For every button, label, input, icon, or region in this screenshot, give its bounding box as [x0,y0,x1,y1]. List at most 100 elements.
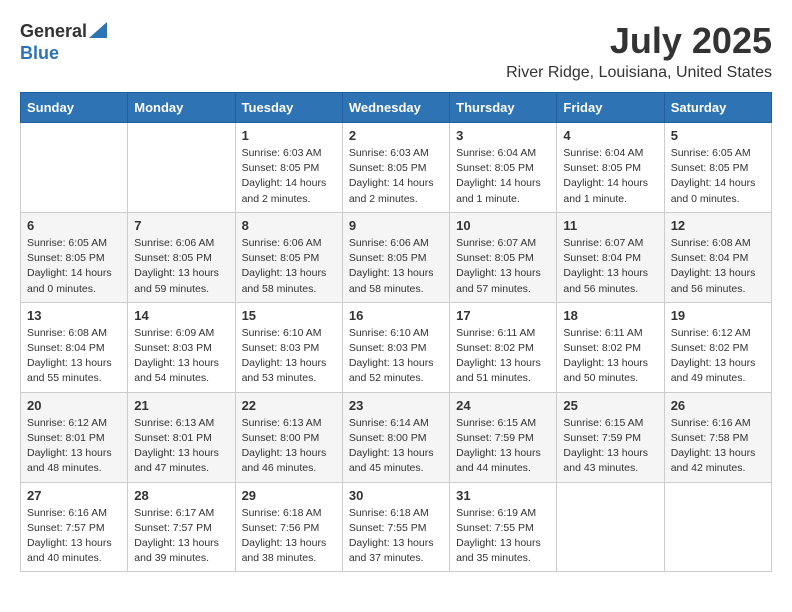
week-row: 6 Sunrise: 6:05 AM Sunset: 8:05 PM Daylig… [21,212,772,302]
calendar-cell: 11 Sunrise: 6:07 AM Sunset: 8:04 PM Dayli… [557,212,664,302]
day-number: 14 [134,308,228,323]
logo-arrow-icon [89,22,107,43]
day-number: 28 [134,488,228,503]
day-number: 16 [349,308,443,323]
day-info: Sunrise: 6:08 AM Sunset: 8:04 PM Dayligh… [671,236,765,297]
day-number: 3 [456,128,550,143]
calendar-cell: 5 Sunrise: 6:05 AM Sunset: 8:05 PM Daylig… [664,123,771,213]
day-number: 9 [349,218,443,233]
day-info: Sunrise: 6:05 AM Sunset: 8:05 PM Dayligh… [27,236,121,297]
calendar-cell: 8Sunrise: 6:06 AM Sunset: 8:05 PM Daylig… [235,212,342,302]
week-row: 27 Sunrise: 6:16 AM Sunset: 7:57 PM Dayli… [21,482,772,572]
day-number: 10 [456,218,550,233]
day-number: 26 [671,398,765,413]
calendar-cell: 13 Sunrise: 6:08 AM Sunset: 8:04 PM Dayli… [21,302,128,392]
day-info: Sunrise: 6:09 AM Sunset: 8:03 PM Dayligh… [134,326,228,387]
day-info: Sunrise: 6:06 AM Sunset: 8:05 PM Dayligh… [349,236,443,297]
calendar-cell: 10 Sunrise: 6:07 AM Sunset: 8:05 PM Dayli… [450,212,557,302]
day-of-week-sunday: Sunday [21,93,128,123]
day-number: 1 [242,128,336,143]
day-of-week-saturday: Saturday [664,93,771,123]
calendar-cell: 23Sunrise: 6:14 AM Sunset: 8:00 PM Dayli… [342,392,449,482]
day-info: Sunrise: 6:16 AM Sunset: 7:58 PM Dayligh… [671,416,765,477]
day-info: Sunrise: 6:11 AM Sunset: 8:02 PM Dayligh… [563,326,657,387]
day-number: 11 [563,218,657,233]
day-number: 19 [671,308,765,323]
day-info: Sunrise: 6:12 AM Sunset: 8:02 PM Dayligh… [671,326,765,387]
day-number: 30 [349,488,443,503]
day-number: 31 [456,488,550,503]
calendar-cell: 26 Sunrise: 6:16 AM Sunset: 7:58 PM Dayli… [664,392,771,482]
calendar-cell [664,482,771,572]
calendar-cell: 27 Sunrise: 6:16 AM Sunset: 7:57 PM Dayli… [21,482,128,572]
calendar-cell [128,123,235,213]
calendar-cell: 16 Sunrise: 6:10 AM Sunset: 8:03 PM Dayli… [342,302,449,392]
day-info: Sunrise: 6:04 AM Sunset: 8:05 PM Dayligh… [563,146,657,207]
days-of-week-row: SundayMondayTuesdayWednesdayThursdayFrid… [21,93,772,123]
logo-general-text: General [20,21,87,42]
logo-blue-text: Blue [20,43,59,63]
calendar-cell: 22 Sunrise: 6:13 AM Sunset: 8:00 PM Dayli… [235,392,342,482]
day-info: Sunrise: 6:13 AM Sunset: 8:01 PM Dayligh… [134,416,228,477]
day-info: Sunrise: 6:10 AM Sunset: 8:03 PM Dayligh… [242,326,336,387]
calendar-table: SundayMondayTuesdayWednesdayThursdayFrid… [20,92,772,572]
day-of-week-friday: Friday [557,93,664,123]
calendar-cell: 17 Sunrise: 6:11 AM Sunset: 8:02 PM Dayli… [450,302,557,392]
calendar-cell: 6 Sunrise: 6:05 AM Sunset: 8:05 PM Daylig… [21,212,128,302]
week-row: 20Sunrise: 6:12 AM Sunset: 8:01 PM Dayli… [21,392,772,482]
day-number: 22 [242,398,336,413]
calendar-cell [21,123,128,213]
calendar-cell: 2Sunrise: 6:03 AM Sunset: 8:05 PM Daylig… [342,123,449,213]
day-number: 12 [671,218,765,233]
calendar-cell: 1Sunrise: 6:03 AM Sunset: 8:05 PM Daylig… [235,123,342,213]
day-number: 13 [27,308,121,323]
calendar-cell: 7Sunrise: 6:06 AM Sunset: 8:05 PM Daylig… [128,212,235,302]
calendar-cell: 30Sunrise: 6:18 AM Sunset: 7:55 PM Dayli… [342,482,449,572]
day-info: Sunrise: 6:16 AM Sunset: 7:57 PM Dayligh… [27,506,121,567]
day-number: 4 [563,128,657,143]
day-info: Sunrise: 6:08 AM Sunset: 8:04 PM Dayligh… [27,326,121,387]
day-info: Sunrise: 6:13 AM Sunset: 8:00 PM Dayligh… [242,416,336,477]
day-info: Sunrise: 6:07 AM Sunset: 8:05 PM Dayligh… [456,236,550,297]
page-subtitle: River Ridge, Louisiana, United States [506,64,772,82]
calendar-cell: 18 Sunrise: 6:11 AM Sunset: 8:02 PM Dayli… [557,302,664,392]
calendar-cell: 3 Sunrise: 6:04 AM Sunset: 8:05 PM Daylig… [450,123,557,213]
day-info: Sunrise: 6:04 AM Sunset: 8:05 PM Dayligh… [456,146,550,207]
calendar-cell: 31 Sunrise: 6:19 AM Sunset: 7:55 PM Dayli… [450,482,557,572]
calendar-cell: 25Sunrise: 6:15 AM Sunset: 7:59 PM Dayli… [557,392,664,482]
day-number: 5 [671,128,765,143]
day-info: Sunrise: 6:11 AM Sunset: 8:02 PM Dayligh… [456,326,550,387]
day-number: 18 [563,308,657,323]
day-info: Sunrise: 6:18 AM Sunset: 7:56 PM Dayligh… [242,506,336,567]
day-info: Sunrise: 6:14 AM Sunset: 8:00 PM Dayligh… [349,416,443,477]
calendar-header: SundayMondayTuesdayWednesdayThursdayFrid… [21,93,772,123]
page-title: July 2025 [506,20,772,62]
day-info: Sunrise: 6:06 AM Sunset: 8:05 PM Dayligh… [134,236,228,297]
logo: General Blue [20,20,107,64]
day-number: 6 [27,218,121,233]
day-number: 8 [242,218,336,233]
day-of-week-tuesday: Tuesday [235,93,342,123]
calendar-cell: 9 Sunrise: 6:06 AM Sunset: 8:05 PM Daylig… [342,212,449,302]
day-number: 24 [456,398,550,413]
day-number: 20 [27,398,121,413]
calendar-cell: 15Sunrise: 6:10 AM Sunset: 8:03 PM Dayli… [235,302,342,392]
day-info: Sunrise: 6:10 AM Sunset: 8:03 PM Dayligh… [349,326,443,387]
day-number: 27 [27,488,121,503]
calendar-cell: 28Sunrise: 6:17 AM Sunset: 7:57 PM Dayli… [128,482,235,572]
day-of-week-wednesday: Wednesday [342,93,449,123]
calendar-cell: 14 Sunrise: 6:09 AM Sunset: 8:03 PM Dayli… [128,302,235,392]
day-number: 25 [563,398,657,413]
day-number: 17 [456,308,550,323]
day-info: Sunrise: 6:07 AM Sunset: 8:04 PM Dayligh… [563,236,657,297]
day-of-week-monday: Monday [128,93,235,123]
day-number: 21 [134,398,228,413]
day-info: Sunrise: 6:05 AM Sunset: 8:05 PM Dayligh… [671,146,765,207]
calendar-cell: 24Sunrise: 6:15 AM Sunset: 7:59 PM Dayli… [450,392,557,482]
week-row: 13 Sunrise: 6:08 AM Sunset: 8:04 PM Dayli… [21,302,772,392]
calendar-cell: 29 Sunrise: 6:18 AM Sunset: 7:56 PM Dayli… [235,482,342,572]
day-info: Sunrise: 6:19 AM Sunset: 7:55 PM Dayligh… [456,506,550,567]
page-header: General Blue July 2025 River Ridge, Loui… [20,20,772,82]
day-number: 29 [242,488,336,503]
calendar-cell [557,482,664,572]
